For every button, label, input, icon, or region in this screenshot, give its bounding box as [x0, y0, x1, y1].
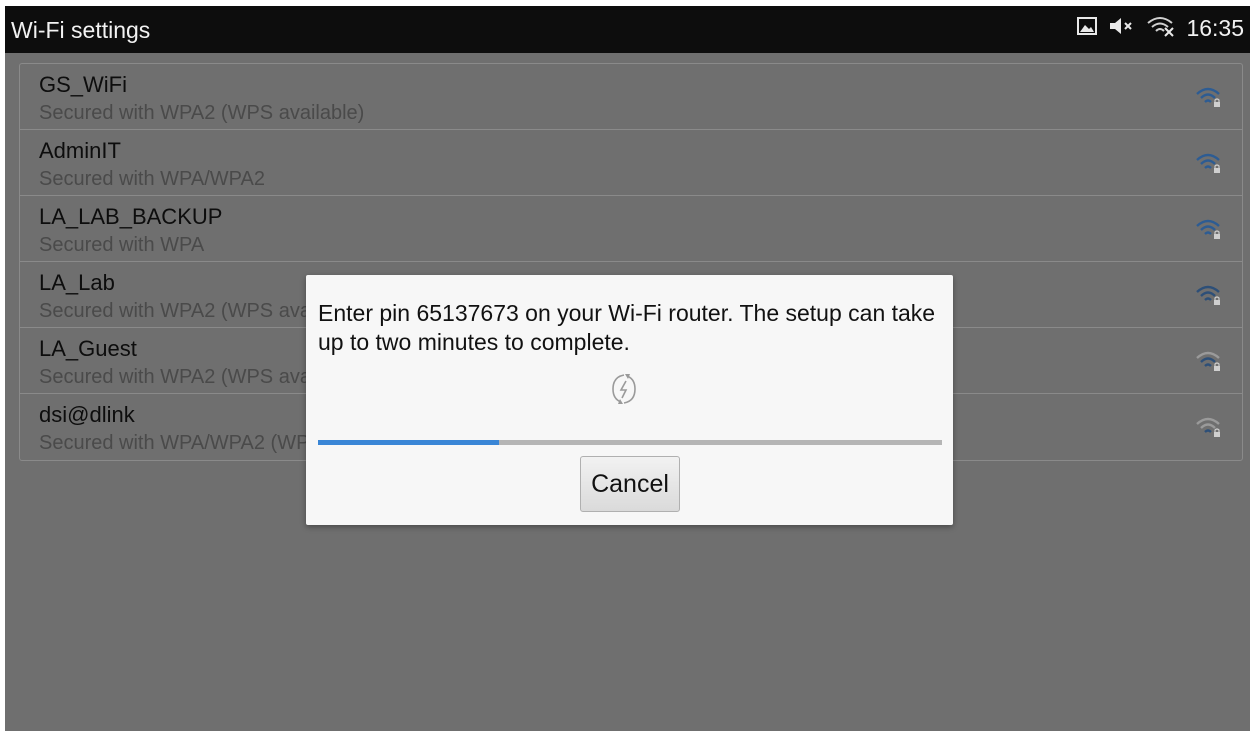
network-item[interactable]: AdminIT Secured with WPA/WPA2	[20, 130, 1242, 196]
network-item[interactable]: LA_LAB_BACKUP Secured with WPA	[20, 196, 1242, 262]
wifi-locked-icon	[1196, 218, 1222, 245]
network-name: LA_LAB_BACKUP	[39, 204, 223, 229]
network-security: Secured with WPA/WPA2	[39, 168, 265, 190]
network-name: dsi@dlink	[39, 402, 135, 427]
wifi-locked-icon	[1196, 86, 1222, 113]
screen: Wi-Fi settings 16:35 GS_WiFi Secured wit…	[5, 6, 1250, 731]
gallery-icon	[1076, 15, 1098, 42]
network-name: LA_Guest	[39, 336, 137, 361]
wps-spinner-icon	[609, 372, 639, 411]
wifi-off-icon	[1146, 15, 1176, 42]
dialog-message: Enter pin 65137673 on your Wi-Fi router.…	[318, 300, 936, 355]
network-security: Secured with WPA2 (WPS available)	[39, 102, 365, 124]
wifi-locked-icon	[1196, 284, 1222, 311]
network-item[interactable]: GS_WiFi Secured with WPA2 (WPS available…	[20, 64, 1242, 130]
network-security: Secured with WPA	[39, 234, 205, 256]
status-icons: 16:35	[1076, 15, 1244, 42]
wifi-locked-icon	[1196, 152, 1222, 179]
wps-dialog: Enter pin 65137673 on your Wi-Fi router.…	[306, 275, 953, 525]
wifi-locked-icon	[1196, 350, 1222, 377]
cancel-button[interactable]: Cancel	[580, 456, 680, 512]
mute-icon	[1108, 15, 1136, 42]
status-bar: Wi-Fi settings 16:35	[5, 6, 1250, 53]
progress-fill	[318, 440, 499, 445]
network-name: AdminIT	[39, 138, 121, 163]
network-name: LA_Lab	[39, 270, 115, 295]
wifi-locked-icon	[1196, 416, 1222, 443]
page-title: Wi-Fi settings	[11, 17, 151, 43]
network-name: GS_WiFi	[39, 72, 127, 97]
clock: 16:35	[1186, 15, 1244, 41]
progress-bar	[318, 440, 942, 445]
